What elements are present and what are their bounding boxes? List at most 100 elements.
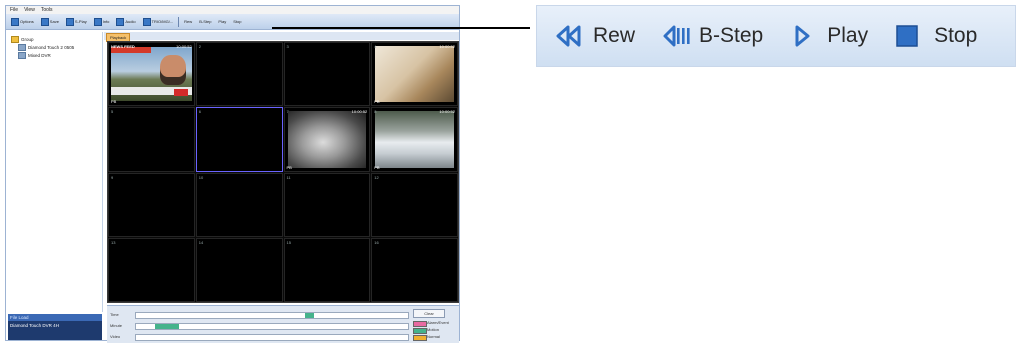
camera-cell[interactable]: 12 <box>371 172 458 237</box>
playback-badge: PB <box>286 164 292 170</box>
news-anchor <box>159 55 186 85</box>
legend-swatch-alarm <box>413 321 427 327</box>
camera-number: 16 <box>374 239 379 245</box>
options-button[interactable]: Options <box>9 17 36 26</box>
camera-cell[interactable]: 10 <box>195 172 283 237</box>
camera-cell-selected[interactable]: 6 <box>195 107 283 172</box>
splay-button[interactable]: S-Play <box>64 17 89 26</box>
camera-cell[interactable]: 11 <box>283 172 371 237</box>
device-tree: Group Diamond Touch 2 0505 Mixed DVR <box>8 32 103 312</box>
menu-file[interactable]: File <box>10 6 18 14</box>
trio-button[interactable]: TRIO/MG/... <box>141 17 176 26</box>
play-button[interactable]: Play <box>793 6 896 66</box>
camera-cell[interactable]: 14 <box>195 237 283 302</box>
rewind-icon <box>555 24 583 48</box>
device-info-panel: File Load Diamond Touch DVR 4H <box>8 314 102 340</box>
camera-number: 2 <box>198 44 201 49</box>
camera-cell[interactable]: 2 <box>195 42 283 107</box>
camera-timestamp: 10:00:52 <box>439 44 455 49</box>
camera-cell[interactable]: NEWS FEED 10:00:52 PB <box>108 42 195 107</box>
camera-cell[interactable]: 4 10:00:52 PB <box>371 42 458 107</box>
camera-timestamp: 10:00:52 <box>176 44 192 49</box>
camera-number: 15 <box>286 239 291 245</box>
news-logo <box>173 89 188 97</box>
save-icon <box>40 17 49 26</box>
camera-number: 8 <box>374 109 377 115</box>
camera-number: 11 <box>286 174 291 180</box>
folder-icon <box>11 36 19 43</box>
video-timeline-bar[interactable] <box>135 334 409 341</box>
camera-number: 14 <box>198 239 204 245</box>
camera-timestamp: 10:00:52 <box>439 109 455 115</box>
stop-button[interactable]: Stop <box>896 6 977 66</box>
back-step-button[interactable]: B-Step <box>663 6 793 66</box>
camera-cell[interactable]: 15 <box>283 237 371 302</box>
clear-button[interactable]: Clear <box>413 309 445 318</box>
camera-cell[interactable]: 5 <box>108 107 195 172</box>
camera-cell[interactable]: 7 10:00:52 PB <box>283 107 371 172</box>
back-step-icon <box>663 24 691 48</box>
dvr-icon <box>18 44 26 51</box>
camera-image-room <box>287 111 367 168</box>
timeline-row-label: Time <box>110 312 119 317</box>
device-panel-name: Diamond Touch DVR 4H <box>10 323 59 328</box>
dvr-icon <box>18 52 26 59</box>
toolbar-separator <box>178 16 180 27</box>
mini-stop-button[interactable]: Stop <box>231 19 243 24</box>
tree-root[interactable]: Group <box>11 36 34 43</box>
audio-button[interactable]: Audio <box>114 17 137 26</box>
stop-icon <box>896 25 918 47</box>
camera-cell[interactable]: 13 <box>108 237 195 302</box>
menu-view[interactable]: View <box>24 6 35 14</box>
legend-label: Motion <box>427 327 440 332</box>
play-icon <box>793 24 811 48</box>
camera-cell[interactable]: 9 <box>108 172 195 237</box>
camera-number: 6 <box>198 109 201 115</box>
camera-cell[interactable]: 3 <box>283 42 371 107</box>
mini-play-button[interactable]: Play <box>216 19 228 24</box>
info-icon <box>93 17 102 26</box>
menu-tools[interactable]: Tools <box>41 6 53 14</box>
audio-icon <box>116 17 125 26</box>
save-button[interactable]: Save <box>39 17 61 26</box>
timeline-row-label: Minute <box>110 323 123 328</box>
camera-number: 3 <box>286 44 289 49</box>
camera-number: 4 <box>374 44 377 49</box>
hour-timeline-bar[interactable] <box>135 312 409 319</box>
camera-image-wall <box>375 46 454 103</box>
camera-number: 10 <box>198 174 204 180</box>
minute-motion-segment <box>155 324 179 329</box>
options-icon <box>11 17 19 26</box>
menu-bar: File View Tools <box>6 6 459 14</box>
camera-number: 9 <box>111 174 114 180</box>
timeline-row-label: Video <box>110 334 121 339</box>
playback-controls-zoom: Rew B-Step Play Stop <box>536 5 1016 67</box>
info-button[interactable]: Info <box>92 17 112 26</box>
legend-swatch-normal <box>413 335 427 341</box>
playback-badge: PB <box>374 99 380 105</box>
news-feed-image <box>111 47 192 102</box>
mini-rew-button[interactable]: Rew <box>182 19 194 24</box>
callout-line <box>272 27 530 29</box>
camera-grid: NEWS FEED 10:00:52 PB 2 3 4 10:00:52 PB … <box>107 41 459 303</box>
back-step-label: B-Step <box>699 24 764 47</box>
trio-icon <box>142 17 151 26</box>
legend-label: Normal <box>427 334 440 339</box>
tab-bar: Playback <box>104 32 459 42</box>
timeline-panel: Time Minute Video Clear Alarm/Event Moti… <box>107 305 459 343</box>
hour-motion-segment <box>305 313 314 318</box>
legend-swatch-motion <box>413 328 427 334</box>
mini-bstep-button[interactable]: B-Step <box>197 19 213 24</box>
dvr-app-window: File View Tools Options Save S-Play Info… <box>5 5 460 343</box>
camera-image-parking <box>375 111 454 168</box>
tree-item-device-2[interactable]: Mixed DVR <box>18 52 51 59</box>
camera-timestamp: 10:00:52 <box>351 109 368 115</box>
camera-label: NEWS FEED <box>111 44 135 49</box>
camera-number: 7 <box>286 109 289 115</box>
camera-cell[interactable]: 16 <box>371 237 458 302</box>
playback-badge: PB <box>374 164 380 170</box>
tree-item-device-1[interactable]: Diamond Touch 2 0505 <box>18 44 74 51</box>
device-panel-header: File Load <box>8 314 102 321</box>
camera-cell[interactable]: 8 10:00:52 PB <box>371 107 458 172</box>
rew-button[interactable]: Rew <box>555 6 663 66</box>
